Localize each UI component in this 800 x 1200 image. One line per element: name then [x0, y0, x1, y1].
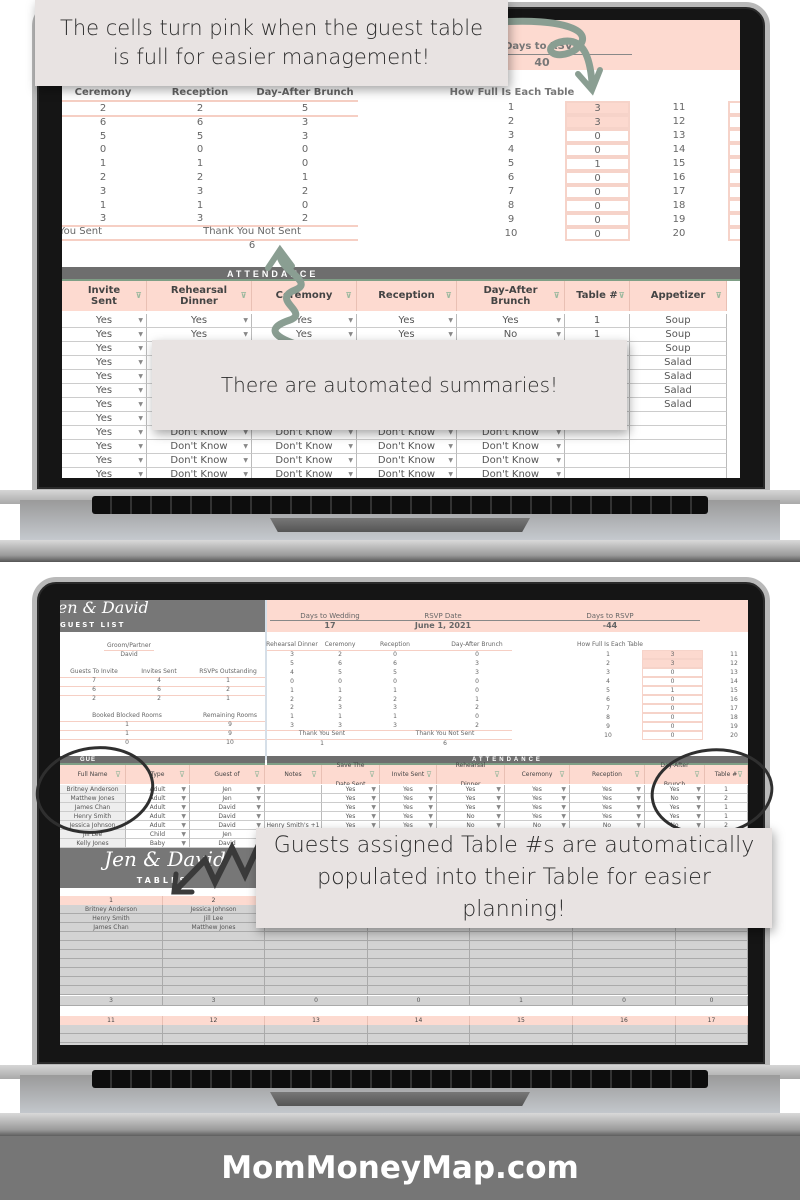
callout-table-assignment-text: Guests assigned Table #s are automatical… [273, 833, 755, 922]
callout-full-tables: The cells turn pink when the guest table… [35, 0, 508, 86]
annotation-overlay [35, 17, 774, 895]
arrow-to-summary-icon [265, 244, 312, 352]
callout-summaries-text: There are automated summaries! [220, 373, 559, 397]
arrow-to-table-counts-icon [496, 17, 603, 96]
highlight-circle-full-name-icon [35, 746, 155, 834]
callout-summaries: There are automated summaries! [152, 340, 627, 430]
callout-full-tables-text: The cells turn pink when the guest table… [60, 15, 483, 69]
callout-table-assignment: Guests assigned Table #s are automatical… [256, 828, 772, 928]
highlight-circle-table-icon [650, 748, 774, 836]
arrow-to-tables-icon [171, 835, 265, 895]
